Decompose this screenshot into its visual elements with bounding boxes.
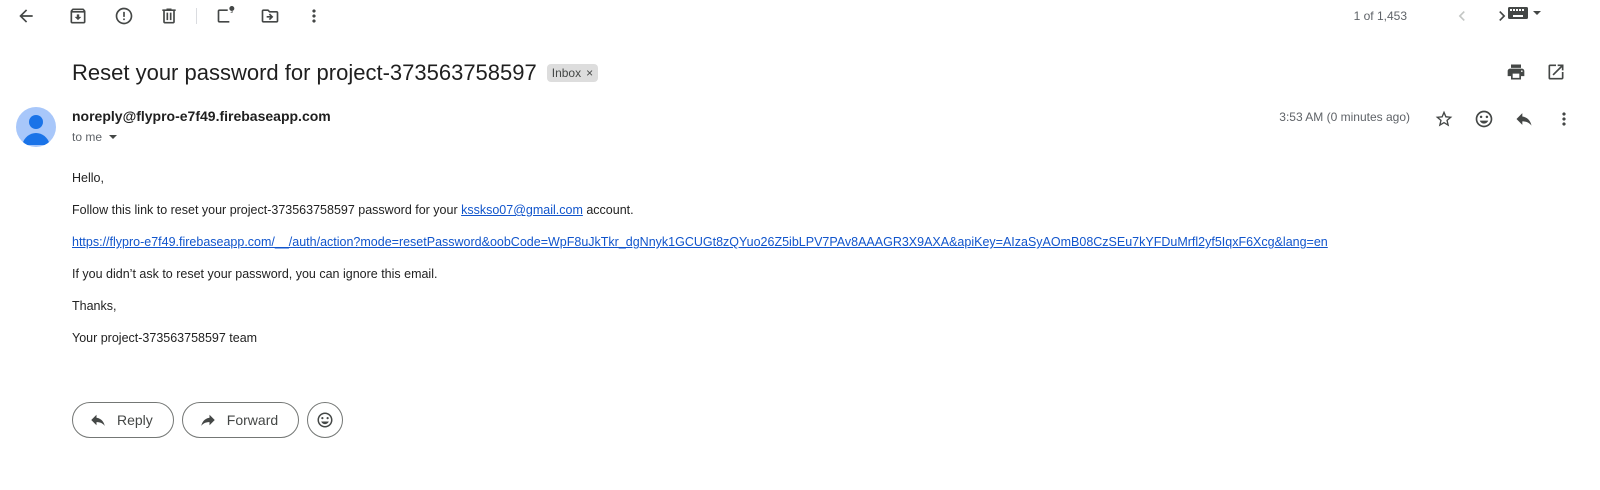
report-spam-icon[interactable] bbox=[110, 2, 138, 30]
mark-unread-icon[interactable] bbox=[212, 2, 240, 30]
open-new-window-icon[interactable] bbox=[1544, 60, 1568, 84]
label-chip-inbox: Inbox × bbox=[546, 64, 599, 82]
subject-actions bbox=[1504, 60, 1568, 84]
message-body: Hello, Follow this link to reset your pr… bbox=[72, 170, 1572, 362]
label-chip-text: Inbox bbox=[551, 66, 582, 80]
forward-icon bbox=[201, 414, 215, 426]
remove-label-icon[interactable]: × bbox=[586, 66, 593, 80]
dropdown-caret-icon bbox=[109, 135, 118, 139]
input-tools-selector[interactable] bbox=[1508, 6, 1542, 20]
reply-button[interactable]: Reply bbox=[72, 402, 174, 438]
more-vert-icon[interactable] bbox=[300, 2, 328, 30]
reset-link-line: https://flypro-e7f49.firebaseapp.com/__/… bbox=[72, 234, 1572, 250]
pager-count: 1 of 1,453 bbox=[1353, 9, 1407, 23]
sender-email[interactable]: noreply@flypro-e7f49.firebaseapp.com bbox=[72, 108, 331, 124]
thanks: Thanks, bbox=[72, 299, 117, 313]
archive-icon[interactable] bbox=[64, 2, 92, 30]
dropdown-caret-icon bbox=[1533, 11, 1541, 15]
body-line-3: If you didn’t ask to reset your password… bbox=[72, 267, 438, 281]
reply-button-label: Reply bbox=[117, 412, 153, 428]
avatar[interactable] bbox=[16, 107, 56, 147]
body-line-1: Follow this link to reset your project-3… bbox=[72, 202, 1572, 218]
forward-button-label: Forward bbox=[226, 412, 279, 428]
recipients-label: to me bbox=[72, 130, 103, 144]
emoji-reaction-button[interactable] bbox=[307, 402, 344, 438]
emoji-icon bbox=[317, 412, 333, 428]
reset-password-link[interactable]: https://flypro-e7f49.firebaseapp.com/__/… bbox=[72, 235, 1328, 249]
greeting: Hello, bbox=[72, 171, 104, 185]
person-icon bbox=[22, 115, 50, 145]
message-actions bbox=[1432, 107, 1576, 131]
toolbar-divider bbox=[196, 8, 197, 24]
body-line-1-prefix: Follow this link to reset your project-3… bbox=[72, 203, 458, 217]
reply-icon[interactable] bbox=[1512, 107, 1536, 131]
more-vert-icon[interactable] bbox=[1552, 107, 1576, 131]
delete-icon[interactable] bbox=[155, 2, 183, 30]
forward-button[interactable]: Forward bbox=[181, 402, 300, 438]
account-email-link[interactable]: kssksо07@gmail.com bbox=[461, 203, 583, 217]
subject-row: Reset your password for project-37356375… bbox=[72, 58, 599, 88]
back-arrow-icon[interactable] bbox=[12, 2, 40, 30]
email-subject: Reset your password for project-37356375… bbox=[72, 60, 537, 85]
signature: Your project-373563758597 team bbox=[72, 331, 258, 345]
newer-chevron-left-icon[interactable] bbox=[1448, 2, 1476, 30]
move-to-icon[interactable] bbox=[256, 2, 284, 30]
reply-actions: Reply Forward bbox=[72, 402, 344, 438]
timestamp: 3:53 AM (0 minutes ago) bbox=[1279, 110, 1410, 124]
reply-icon bbox=[91, 414, 105, 426]
keyboard-icon bbox=[1508, 7, 1528, 19]
recipients-toggle[interactable]: to me bbox=[72, 130, 118, 144]
print-icon[interactable] bbox=[1504, 60, 1528, 84]
star-icon[interactable] bbox=[1432, 107, 1456, 131]
toolbar: 1 of 1,453 bbox=[0, 0, 1600, 34]
body-line-1-suffix: account. bbox=[586, 203, 634, 217]
add-reaction-icon[interactable] bbox=[1472, 107, 1496, 131]
